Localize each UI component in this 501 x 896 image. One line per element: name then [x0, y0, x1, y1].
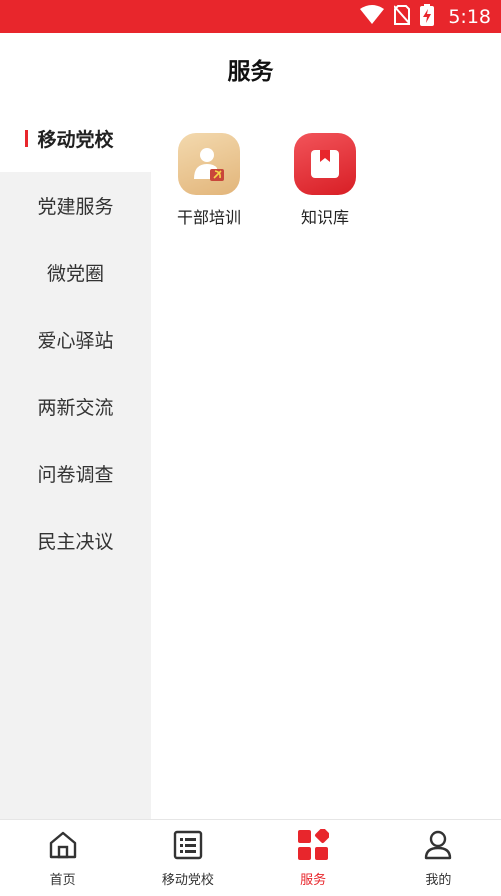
service-label: 知识库	[300, 208, 349, 227]
service-content: 干部培训 知识库	[151, 105, 501, 819]
status-icons: 5:18	[360, 0, 491, 33]
service-cadre-training[interactable]: 干部培训	[159, 133, 259, 228]
active-marker	[25, 130, 28, 147]
sidebar-item-survey[interactable]: 问卷调查	[0, 440, 151, 507]
sidebar-item-party-building-service[interactable]: 党建服务	[0, 172, 151, 239]
nav-label: 首页	[49, 873, 76, 888]
battery-charging-icon	[420, 3, 435, 30]
sidebar-item-label: 问卷调查	[37, 464, 114, 486]
wifi-icon	[360, 4, 385, 29]
status-bar: 5:18	[0, 0, 501, 33]
nav-mobile-party-school[interactable]: 移动党校	[125, 820, 250, 896]
home-icon	[46, 828, 80, 862]
sidebar-item-label: 两新交流	[37, 397, 114, 419]
sidebar-item-label: 民主决议	[37, 531, 114, 553]
cadre-training-icon	[178, 133, 240, 195]
no-sim-icon	[393, 4, 412, 29]
nav-home[interactable]: 首页	[0, 820, 125, 896]
nav-label: 移动党校	[161, 873, 214, 888]
list-icon	[171, 828, 205, 862]
status-time: 5:18	[448, 5, 491, 28]
category-sidebar: 移动党校 党建服务 微党圈 爱心驿站 两新交流 问卷调查 民主决议	[0, 105, 151, 819]
page-title: 服务	[227, 59, 274, 85]
nav-mine[interactable]: 我的	[376, 820, 501, 896]
services-grid-icon	[296, 828, 330, 862]
sidebar-item-label: 微党圈	[46, 263, 104, 285]
sidebar-item-label: 移动党校	[37, 129, 114, 151]
sidebar-item-label: 党建服务	[37, 196, 114, 218]
sidebar-item-two-new-exchange[interactable]: 两新交流	[0, 373, 151, 440]
nav-label: 服务	[300, 873, 327, 888]
sidebar-item-democratic-resolution[interactable]: 民主决议	[0, 507, 151, 574]
sidebar-item-micro-party-circle[interactable]: 微党圈	[0, 239, 151, 306]
nav-services[interactable]: 服务	[251, 820, 376, 896]
service-label: 干部培训	[176, 208, 241, 227]
bottom-nav: 首页 移动党校 服务 我的	[0, 819, 501, 896]
nav-label: 我的	[425, 873, 452, 888]
sidebar-item-mobile-party-school[interactable]: 移动党校	[0, 105, 151, 172]
sidebar-item-label: 爱心驿站	[37, 330, 114, 352]
knowledge-base-icon	[294, 133, 356, 195]
service-knowledge-base[interactable]: 知识库	[275, 133, 375, 228]
page-header: 服务	[0, 33, 501, 105]
user-icon	[421, 828, 455, 862]
sidebar-item-love-station[interactable]: 爱心驿站	[0, 306, 151, 373]
